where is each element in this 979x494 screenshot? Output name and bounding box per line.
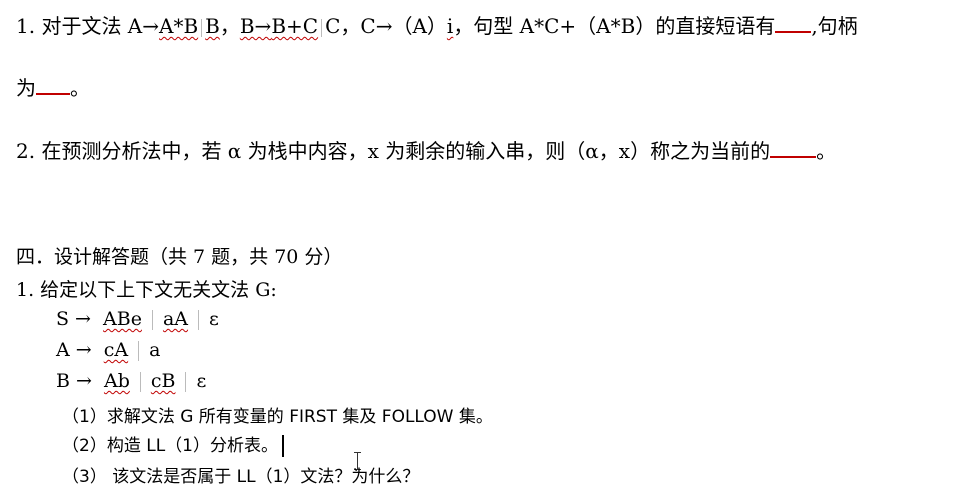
sub-question-2: （2）构造 LL（1）分析表。 <box>62 436 278 456</box>
q1-end: ,句柄 <box>811 14 858 38</box>
fill-blank <box>36 75 70 95</box>
q1-line2: 为。 <box>16 72 90 101</box>
rule-alt: ε <box>209 308 219 330</box>
q1-prod3: C→（A） <box>360 14 447 38</box>
alt-separator <box>139 372 141 392</box>
text-caret[interactable] <box>281 435 284 457</box>
rule-alt: ABe <box>103 308 142 330</box>
grammar-rule-s: S → ABe aA ε <box>56 308 219 330</box>
alt-separator <box>321 18 323 37</box>
design-q1-intro: 1. 给定以下上下文无关文法 G: <box>16 279 277 301</box>
q1-prod2-alt1: B+C <box>271 14 319 38</box>
rule-alt: Ab <box>103 370 130 392</box>
grammar-rule-b: B → Ab cB ε <box>56 370 206 392</box>
q1-prod1-alt1: A*B <box>159 14 199 38</box>
q2-line: 2. 在预测分析法中，若 α 为栈中内容，x 为剩余的输入串，则（α，x）称之为… <box>16 135 836 164</box>
q1-prod1-lhs: A→ <box>127 14 159 38</box>
q2-end: 。 <box>816 139 837 163</box>
alt-separator <box>198 310 200 330</box>
rule-lhs: A → <box>56 339 92 361</box>
q1-line2-prefix: 为 <box>16 76 36 100</box>
q1-line2-end: 。 <box>70 76 90 100</box>
q1-middle: ，句型 A*C+（A*B）的直接短语有 <box>453 14 776 38</box>
rule-alt: ε <box>196 370 207 392</box>
sub-question-3: （3） 该文法是否属于 LL（1）文法？为什么？ <box>62 467 420 487</box>
rule-alt: a <box>149 339 161 361</box>
alt-separator <box>201 18 203 37</box>
grammar-rule-a: A → cA a <box>56 339 160 361</box>
alt-separator <box>138 341 140 361</box>
q1-prod2-lhs: B→ <box>239 14 272 38</box>
rule-lhs: S → <box>56 308 91 330</box>
q1-separator: ， <box>219 14 240 38</box>
rule-alt: aA <box>162 308 189 330</box>
q1-prod1-alt2: B <box>205 14 220 38</box>
q1-prod2-alt2: C <box>325 14 341 38</box>
fill-blank <box>775 13 812 33</box>
rule-alt: cA <box>103 339 129 361</box>
sub-question-2-line: （2）构造 LL（1）分析表。 <box>62 431 284 457</box>
q1-line1: 1. 对于文法 A→A*B B，B→B+C C，C→（A）i，句型 A*C+（A*B… <box>16 10 858 39</box>
q1-separator: ， <box>340 14 361 38</box>
sub-question-1: （1）求解文法 G 所有变量的 FIRST 集及 FOLLOW 集。 <box>62 407 493 427</box>
fill-blank <box>770 138 817 158</box>
rule-lhs: B → <box>56 370 92 392</box>
section-title: 四．设计解答题（共 7 题，共 70 分） <box>16 246 343 268</box>
q2-text: 2. 在预测分析法中，若 α 为栈中内容，x 为剩余的输入串，则（α，x）称之为… <box>16 139 771 163</box>
alt-separator <box>151 310 153 330</box>
q1-prefix: 1. 对于文法 <box>16 14 128 38</box>
alt-separator <box>185 372 187 392</box>
rule-alt: cB <box>150 370 176 392</box>
